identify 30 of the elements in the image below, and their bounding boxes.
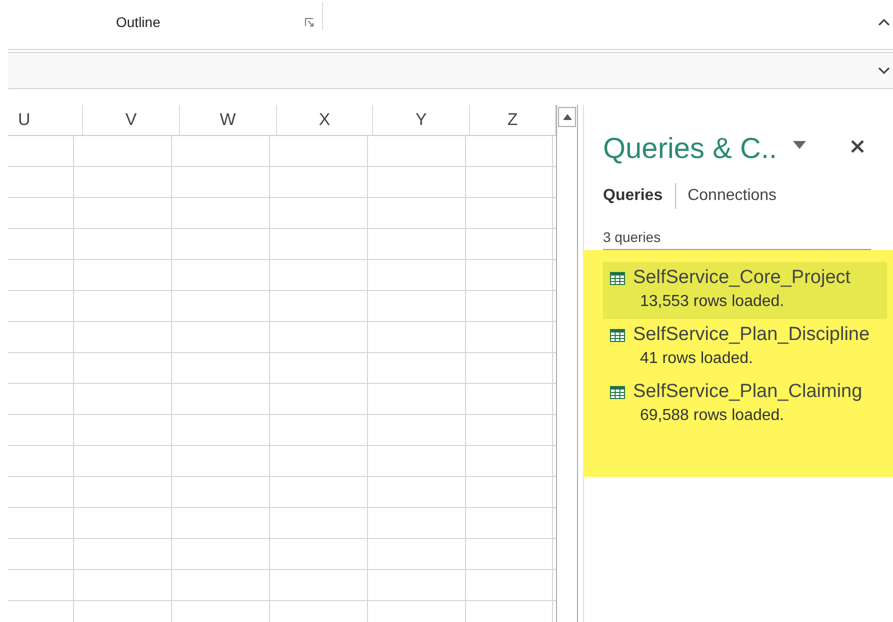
column-header[interactable]: U: [18, 110, 30, 130]
query-status: 69,588 rows loaded.: [640, 407, 786, 425]
expand-icon[interactable]: [878, 66, 890, 74]
ribbon-group-label: Outline: [116, 14, 160, 30]
table-icon: [610, 272, 625, 284]
query-status: 41 rows loaded.: [640, 350, 754, 368]
table-icon: [610, 386, 625, 398]
query-status: 13,553 rows loaded.: [640, 293, 786, 311]
dropdown-icon[interactable]: [793, 141, 806, 149]
scroll-up-button[interactable]: [558, 107, 576, 127]
column-header[interactable]: Z: [507, 110, 518, 130]
query-item[interactable]: SelfService_Plan_Claiming 69,588 rows loaded.: [603, 376, 887, 433]
query-name: SelfService_Plan_Claiming: [633, 381, 862, 403]
column-header[interactable]: W: [220, 110, 236, 130]
query-item[interactable]: SelfService_Plan_Discipline 41 rows loaded.: [603, 319, 887, 376]
collapse-ribbon-icon[interactable]: [878, 18, 890, 26]
pane-tab[interactable]: Queries: [603, 187, 663, 205]
query-name: SelfService_Core_Project: [633, 267, 851, 289]
up-arrow-icon: [562, 114, 572, 120]
query-name: SelfService_Plan_Discipline: [633, 324, 870, 346]
pane-tab[interactable]: Connections: [688, 187, 777, 205]
scrollbar[interactable]: [556, 105, 578, 622]
close-icon[interactable]: [850, 138, 866, 154]
table-icon: [610, 328, 625, 342]
query-item[interactable]: SelfService_Core_Project 13,553 rows loaded.: [603, 262, 887, 319]
column-header[interactable]: Y: [416, 110, 427, 130]
dialog-launcher-icon[interactable]: [305, 18, 314, 27]
column-header[interactable]: X: [318, 110, 330, 130]
pane-title: Queries & C..: [603, 132, 778, 166]
column-header[interactable]: V: [125, 110, 137, 130]
